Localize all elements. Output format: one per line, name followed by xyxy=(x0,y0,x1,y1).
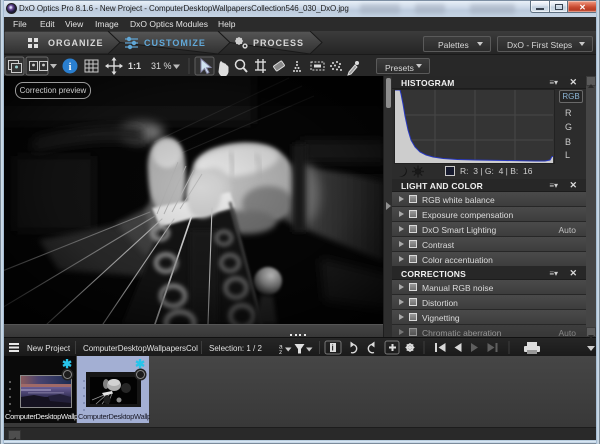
svg-text:1:1: 1:1 xyxy=(128,61,141,71)
svg-text:z: z xyxy=(279,349,282,356)
svg-text:31 %: 31 % xyxy=(151,61,172,71)
svg-text:i: i xyxy=(332,344,334,353)
svg-text:i: i xyxy=(69,62,72,73)
